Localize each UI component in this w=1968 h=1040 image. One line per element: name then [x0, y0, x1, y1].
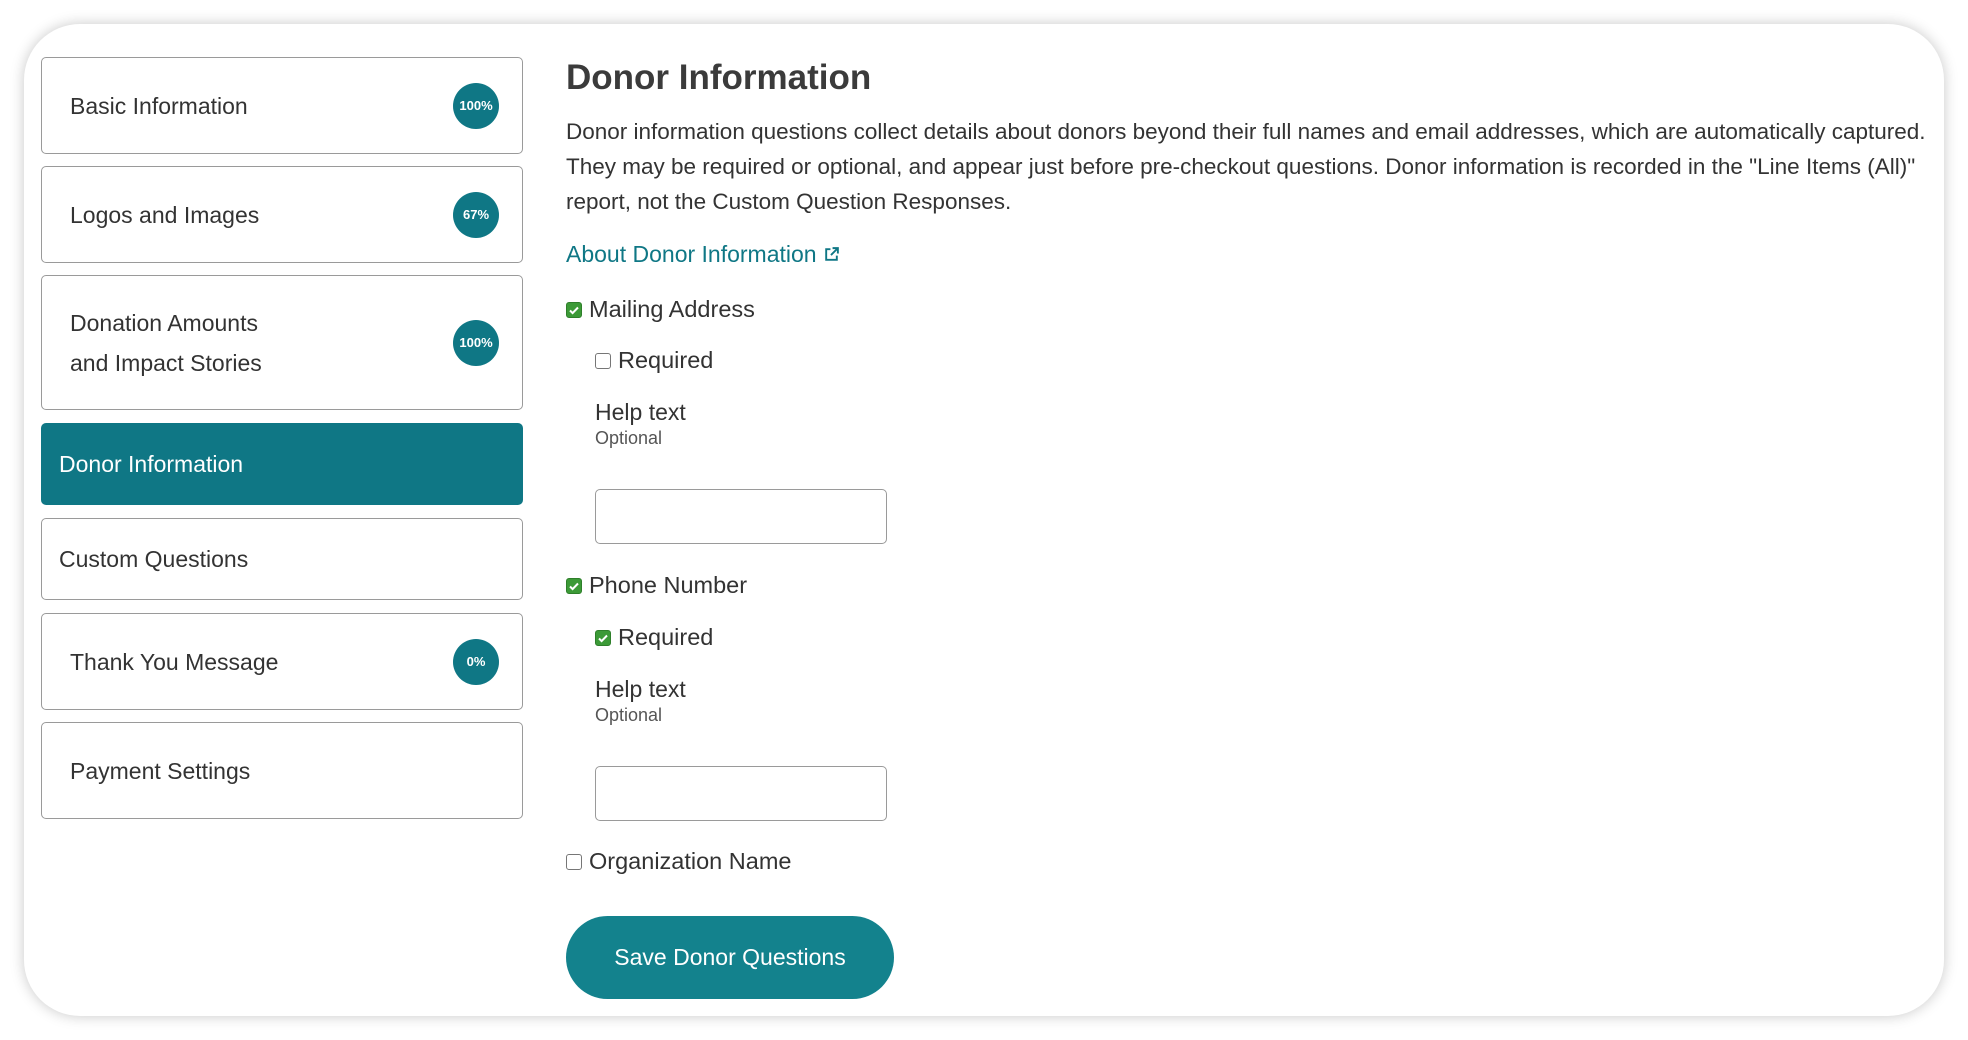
- sidebar-item-label: Donor Information: [59, 451, 244, 477]
- sidebar-item-label-line1: Donation Amounts: [70, 309, 258, 336]
- mailing-address-required-checkbox[interactable]: [595, 352, 611, 369]
- sidebar-item-donation-amounts[interactable]: Donation Amounts and Impact Stories 100%: [41, 275, 523, 410]
- required-label: Required: [618, 624, 714, 650]
- mailing-address-checkbox[interactable]: [566, 301, 582, 318]
- mailing-address-help-text-label: Help text: [595, 399, 686, 425]
- phone-number-checkbox[interactable]: [566, 577, 582, 594]
- organization-name-checkbox[interactable]: [566, 853, 582, 870]
- sidebar-item-thank-you-message[interactable]: Thank You Message 0%: [41, 613, 523, 710]
- mailing-address-label: Mailing Address: [589, 296, 755, 322]
- sidebar-item-label: Logos and Images: [70, 201, 260, 228]
- phone-number-required-toggle[interactable]: Required: [595, 624, 713, 651]
- mailing-address-help-text-hint: Optional: [595, 428, 663, 448]
- phone-number-label: Phone Number: [589, 572, 748, 598]
- sidebar-item-label: Payment Settings: [70, 757, 251, 784]
- sidebar-item-label: Custom Questions: [59, 546, 249, 572]
- page-title: Donor Information: [566, 58, 872, 97]
- progress-badge: 0%: [453, 638, 499, 685]
- phone-number-help-text-hint: Optional: [595, 705, 663, 725]
- save-donor-questions-button[interactable]: Save Donor Questions: [566, 916, 894, 999]
- checkmark-icon: [569, 582, 579, 591]
- about-donor-information-link[interactable]: About Donor Information: [566, 241, 840, 268]
- page-description: Donor information questions collect deta…: [566, 119, 1926, 214]
- progress-badge: 100%: [453, 319, 499, 366]
- progress-badge: 100%: [453, 82, 499, 129]
- mailing-address-help-text-input[interactable]: [595, 489, 887, 544]
- checkmark-icon: [569, 306, 579, 315]
- progress-badge: 67%: [453, 191, 499, 238]
- about-link-label: About Donor Information: [566, 241, 817, 267]
- phone-number-toggle[interactable]: Phone Number: [566, 572, 747, 599]
- checkmark-icon: [598, 634, 608, 643]
- mailing-address-toggle[interactable]: Mailing Address: [566, 296, 755, 323]
- organization-name-toggle[interactable]: Organization Name: [566, 848, 791, 875]
- phone-number-required-checkbox[interactable]: [595, 629, 611, 646]
- phone-number-help-text-input[interactable]: [595, 766, 887, 821]
- organization-name-label: Organization Name: [589, 848, 792, 874]
- sidebar-item-donor-information[interactable]: Donor Information: [41, 423, 523, 505]
- required-label: Required: [618, 347, 714, 373]
- sidebar-item-basic-information[interactable]: Basic Information 100%: [41, 57, 523, 154]
- sidebar-item-logos-and-images[interactable]: Logos and Images 67%: [41, 166, 523, 263]
- mailing-address-required-toggle[interactable]: Required: [595, 347, 713, 374]
- sidebar-item-label: Donation Amounts and Impact Stories: [70, 303, 262, 383]
- phone-number-help-text-label: Help text: [595, 676, 686, 702]
- external-link-icon: [824, 247, 839, 261]
- sidebar-item-custom-questions[interactable]: Custom Questions: [41, 518, 523, 600]
- sidebar-item-label: Thank You Message: [70, 648, 279, 675]
- sidebar-item-payment-settings[interactable]: Payment Settings: [41, 722, 523, 819]
- sidebar-item-label: Basic Information: [70, 92, 248, 119]
- sidebar-item-label-line2: and Impact Stories: [70, 349, 262, 376]
